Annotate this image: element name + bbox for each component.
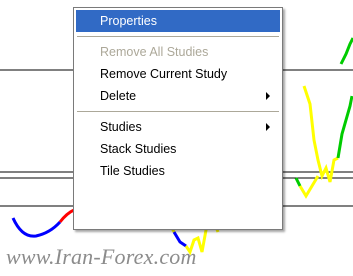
watermark-text: www.Iran-Forex.com [6,244,197,269]
menu-item-label: Remove All Studies [100,45,209,59]
indicator-segment-green-small [294,177,302,187]
menu-item-remove-current-study[interactable]: Remove Current Study [76,63,280,85]
menu-item-tile-studies[interactable]: Tile Studies [76,160,280,182]
menu-item-label: Tile Studies [100,164,165,178]
menu-separator [76,32,280,41]
menu-item-properties[interactable]: Properties [76,10,280,32]
indicator-segment-green-top-right [339,37,353,65]
indicator-segment-red-left [58,208,75,223]
menu-item-delete[interactable]: Delete [76,85,280,107]
menu-separator [76,107,280,116]
submenu-arrow-icon [266,92,270,100]
context-menu: Properties Remove All Studies Remove Cur… [73,7,283,230]
menu-item-label: Stack Studies [100,142,177,156]
price-segment-yellow-right [302,85,339,183]
menu-item-label: Remove Current Study [100,67,228,81]
chart-window: www.Iran-Forex.com Properties Remove All… [0,0,353,276]
price-segment-green-right [336,95,353,159]
indicator-segment-yellow-small [298,175,320,199]
indicator-segment-blue-left [11,217,62,238]
menu-item-remove-all-studies: Remove All Studies [76,41,280,63]
menu-item-label: Studies [100,120,142,134]
submenu-arrow-icon [266,123,270,131]
menu-item-studies[interactable]: Studies [76,116,280,138]
menu-item-stack-studies[interactable]: Stack Studies [76,138,280,160]
menu-item-label: Delete [100,89,137,103]
menu-item-label: Properties [100,14,157,28]
